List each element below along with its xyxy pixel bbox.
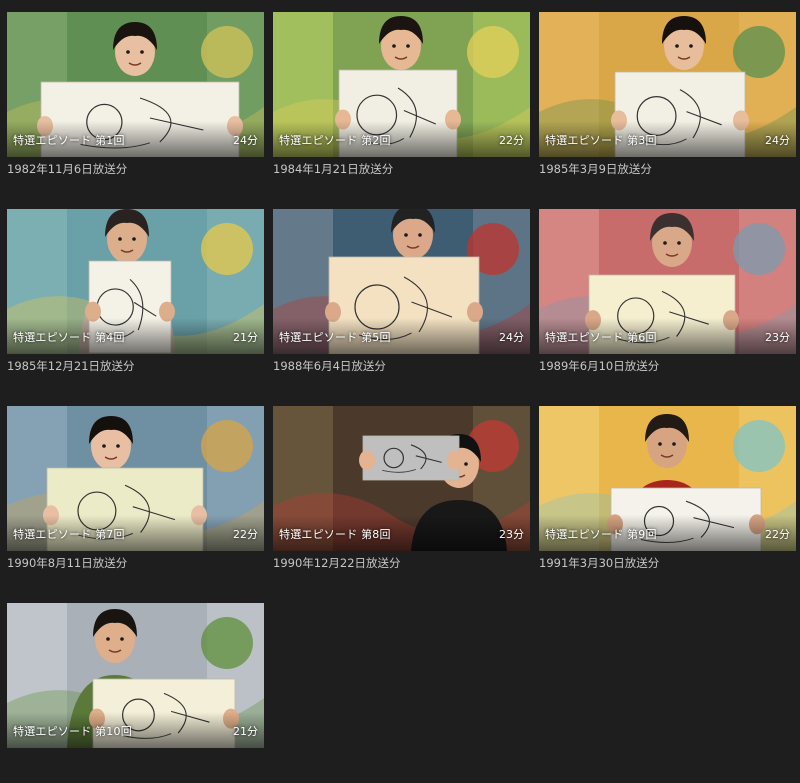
episode-thumbnail[interactable]: 特選エピソード 第1回 24分 [7,12,264,157]
episode-thumbnail[interactable]: 特選エピソード 第10回 21分 [7,603,264,748]
episode-thumbnail[interactable]: 特選エピソード 第5回 24分 [273,209,530,354]
episode-title: 特選エピソード 第2回 [279,134,391,147]
air-date: 1990年12月22日放送分 [273,556,401,570]
episode-thumbnail[interactable]: 特選エピソード 第6回 23分 [539,209,796,354]
episode-thumbnail[interactable]: 特選エピソード 第9回 22分 [539,406,796,551]
episode-title: 特選エピソード 第9回 [545,528,657,541]
episode-card-2[interactable]: 特選エピソード 第2回 22分 1984年1月21日放送分 [273,12,530,192]
episode-card-10[interactable]: 特選エピソード 第10回 21分 [7,603,264,783]
duration-badge: 24分 [499,331,524,344]
episode-thumbnail[interactable]: 特選エピソード 第8回 23分 [273,406,530,551]
episode-card-3[interactable]: 特選エピソード 第3回 24分 1985年3月9日放送分 [539,12,796,192]
episode-thumbnail[interactable]: 特選エピソード 第4回 21分 [7,209,264,354]
episode-title: 特選エピソード 第5回 [279,331,391,344]
episode-card-1[interactable]: 特選エピソード 第1回 24分 1982年11月6日放送分 [7,12,264,192]
episode-card-7[interactable]: 特選エピソード 第7回 22分 1990年8月11日放送分 [7,406,264,586]
air-date: 1985年3月9日放送分 [539,162,652,176]
air-date: 1990年8月11日放送分 [7,556,128,570]
air-date: 1985年12月21日放送分 [7,359,135,373]
episode-card-8[interactable]: 特選エピソード 第8回 23分 1990年12月22日放送分 [273,406,530,586]
episode-card-4[interactable]: 特選エピソード 第4回 21分 1985年12月21日放送分 [7,209,264,389]
air-date: 1984年1月21日放送分 [273,162,394,176]
episode-card-9[interactable]: 特選エピソード 第9回 22分 1991年3月30日放送分 [539,406,796,586]
duration-badge: 21分 [233,331,258,344]
episode-title: 特選エピソード 第1回 [13,134,125,147]
episode-card-5[interactable]: 特選エピソード 第5回 24分 1988年6月4日放送分 [273,209,530,389]
air-date: 1982年11月6日放送分 [7,162,128,176]
episode-title: 特選エピソード 第3回 [545,134,657,147]
episode-thumbnail[interactable]: 特選エピソード 第3回 24分 [539,12,796,157]
air-date: 1988年6月4日放送分 [273,359,386,373]
duration-badge: 21分 [233,725,258,738]
air-date: 1989年6月10日放送分 [539,359,660,373]
duration-badge: 22分 [499,134,524,147]
air-date: 1991年3月30日放送分 [539,556,660,570]
episode-title: 特選エピソード 第4回 [13,331,125,344]
duration-badge: 24分 [765,134,790,147]
episode-title: 特選エピソード 第7回 [13,528,125,541]
episode-thumbnail[interactable]: 特選エピソード 第2回 22分 [273,12,530,157]
duration-badge: 22分 [233,528,258,541]
episode-card-6[interactable]: 特選エピソード 第6回 23分 1989年6月10日放送分 [539,209,796,389]
episode-thumbnail[interactable]: 特選エピソード 第7回 22分 [7,406,264,551]
episode-title: 特選エピソード 第8回 [279,528,391,541]
duration-badge: 23分 [765,331,790,344]
duration-badge: 22分 [765,528,790,541]
duration-badge: 23分 [499,528,524,541]
episode-title: 特選エピソード 第10回 [13,725,132,738]
duration-badge: 24分 [233,134,258,147]
episode-title: 特選エピソード 第6回 [545,331,657,344]
